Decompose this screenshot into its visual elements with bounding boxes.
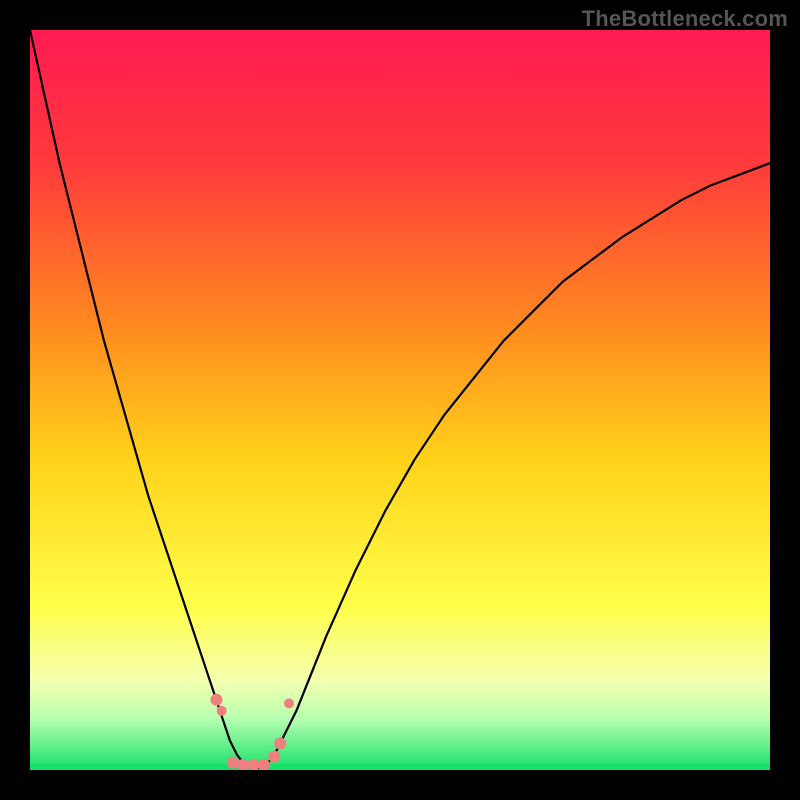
data-marker	[217, 706, 227, 716]
green-floor	[30, 764, 770, 770]
gradient-background	[30, 30, 770, 770]
data-marker	[268, 751, 280, 763]
outer-black-frame: TheBottleneck.com	[0, 0, 800, 800]
data-marker	[227, 757, 239, 769]
plot-area	[30, 30, 770, 770]
data-marker	[284, 698, 294, 708]
data-marker	[274, 737, 286, 749]
watermark-text: TheBottleneck.com	[582, 6, 788, 32]
chart-svg	[30, 30, 770, 770]
data-marker	[210, 694, 222, 706]
